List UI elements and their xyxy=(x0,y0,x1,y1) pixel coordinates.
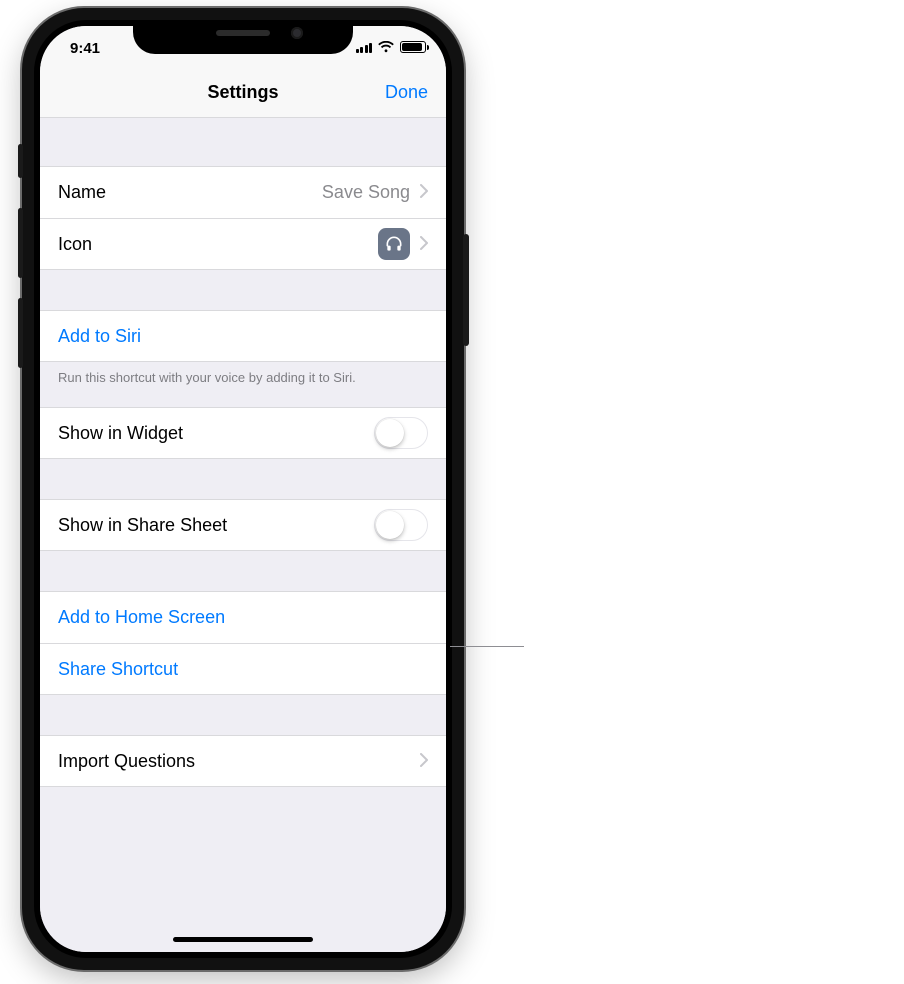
headphones-icon xyxy=(384,234,404,254)
side-power-button xyxy=(463,234,469,346)
status-time: 9:41 xyxy=(70,40,100,57)
group-spacer xyxy=(40,385,446,407)
icon-row[interactable]: Icon xyxy=(40,218,446,270)
nav-bar: Settings Done xyxy=(40,70,446,118)
share-shortcut-row[interactable]: Share Shortcut xyxy=(40,643,446,695)
chevron-right-icon xyxy=(420,234,428,255)
add-to-home-screen-label: Add to Home Screen xyxy=(58,607,428,628)
chevron-right-icon xyxy=(420,751,428,772)
notch xyxy=(133,20,353,54)
add-to-siri-row[interactable]: Add to Siri xyxy=(40,310,446,362)
settings-content[interactable]: Name Save Song Icon xyxy=(40,118,446,952)
siri-footer-note: Run this shortcut with your voice by add… xyxy=(40,362,446,385)
show-in-widget-row[interactable]: Show in Widget xyxy=(40,407,446,459)
chevron-right-icon xyxy=(420,182,428,203)
show-in-share-sheet-label: Show in Share Sheet xyxy=(58,515,374,536)
name-value: Save Song xyxy=(322,182,410,203)
show-in-widget-label: Show in Widget xyxy=(58,423,374,444)
icon-label: Icon xyxy=(58,234,378,255)
shortcut-icon-preview xyxy=(378,228,410,260)
front-camera xyxy=(291,27,303,39)
wifi-icon xyxy=(378,41,394,53)
group-spacer xyxy=(40,270,446,310)
volume-down-button xyxy=(18,298,23,368)
import-questions-row[interactable]: Import Questions xyxy=(40,735,446,787)
speaker-grille xyxy=(216,30,270,36)
status-icons xyxy=(356,41,427,53)
screen: 9:41 Settings Done xyxy=(40,26,446,952)
phone-bezel: 9:41 Settings Done xyxy=(34,20,452,958)
share-shortcut-label: Share Shortcut xyxy=(58,659,428,680)
group-spacer xyxy=(40,551,446,591)
battery-icon xyxy=(400,41,426,53)
name-row[interactable]: Name Save Song xyxy=(40,166,446,218)
home-indicator[interactable] xyxy=(173,937,313,942)
import-questions-label: Import Questions xyxy=(58,751,420,772)
show-in-share-sheet-row[interactable]: Show in Share Sheet xyxy=(40,499,446,551)
callout-line xyxy=(450,646,524,647)
group-spacer xyxy=(40,695,446,735)
mute-switch xyxy=(18,144,23,178)
add-to-siri-label: Add to Siri xyxy=(58,326,428,347)
volume-up-button xyxy=(18,208,23,278)
show-in-share-sheet-toggle[interactable] xyxy=(374,509,428,541)
group-spacer xyxy=(40,118,446,166)
show-in-widget-toggle[interactable] xyxy=(374,417,428,449)
cellular-signal-icon xyxy=(356,41,373,53)
group-spacer xyxy=(40,459,446,499)
phone-frame: 9:41 Settings Done xyxy=(22,8,464,970)
done-button[interactable]: Done xyxy=(385,82,428,103)
add-to-home-screen-row[interactable]: Add to Home Screen xyxy=(40,591,446,643)
name-label: Name xyxy=(58,182,322,203)
